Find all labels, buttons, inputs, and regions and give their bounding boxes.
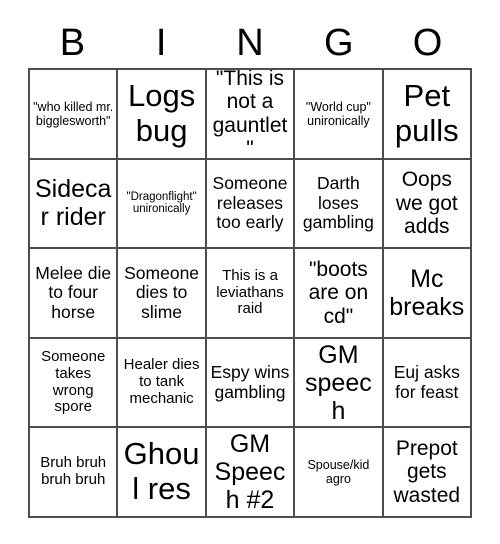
bingo-cell-label: Someone takes wrong spore	[41, 348, 106, 416]
bingo-header-letter-b: B	[59, 22, 86, 64]
bingo-cell-label: Someone dies to slime	[124, 262, 200, 322]
bingo-cell-label: Healer dies to tank mechanic	[123, 356, 200, 407]
bingo-card: B I N G O "who killed mr. bigglesworth" L…	[0, 0, 500, 544]
bingo-cell[interactable]: Prepot gets wasted	[383, 428, 472, 518]
bingo-cell-label: "who killed mr. bigglesworth"	[33, 99, 114, 128]
bingo-header-letter-i: I	[155, 22, 167, 64]
bingo-cell[interactable]: Euj asks for feast	[383, 338, 472, 429]
bingo-cell-label: Spouse/kid agro	[307, 458, 370, 487]
bingo-cell[interactable]: Darth loses gambling	[295, 159, 384, 250]
bingo-cell[interactable]: Mc breaks	[383, 249, 472, 339]
bingo-cell-label: Mc breaks	[389, 264, 465, 321]
bingo-cell-label: Bruh bruh bruh bruh	[40, 454, 107, 489]
bingo-cell[interactable]: This is a leviathans raid	[206, 249, 296, 339]
bingo-cell-label: Darth loses gambling	[302, 173, 374, 233]
bingo-cell[interactable]: Healer dies to tank mechanic	[118, 338, 207, 429]
bingo-cell-label: Logs bug	[127, 78, 196, 148]
bingo-cell[interactable]: GM Speech #2	[206, 428, 296, 518]
bingo-cell-label: Ghoul res	[123, 436, 200, 507]
bingo-cell[interactable]: Melee die to four horse	[30, 249, 119, 339]
bingo-cell[interactable]: "This is not a gauntlet"	[206, 70, 296, 160]
bingo-cell[interactable]: Pet pulls	[383, 70, 472, 160]
bingo-header-letter-n: N	[236, 22, 264, 64]
bingo-cell-label: Someone releases too early	[212, 173, 288, 233]
bingo-cell[interactable]: Spouse/kid agro	[295, 428, 384, 518]
bingo-cell-label: Prepot gets wasted	[393, 436, 461, 507]
bingo-cell-label: Melee die to four horse	[35, 262, 112, 322]
bingo-cell[interactable]: Espy wins gambling	[206, 338, 296, 429]
bingo-cell[interactable]: Someone releases too early	[206, 159, 296, 250]
bingo-cell-label: This is a leviathans raid	[216, 266, 284, 318]
bingo-cell[interactable]: Ghoul res	[118, 428, 207, 518]
bingo-cell[interactable]: Someone dies to slime	[118, 249, 207, 339]
bingo-cell-label: Sidecar rider	[34, 175, 112, 232]
bingo-cell[interactable]: "Dragonflight" unironically	[118, 159, 207, 250]
bingo-header-letter-o: O	[412, 22, 443, 64]
bingo-cell-label: "World cup" unironically	[305, 99, 371, 128]
bingo-cell-label: Pet pulls	[394, 78, 459, 148]
bingo-cell[interactable]: GM speech	[295, 338, 384, 429]
bingo-cell-label: Euj asks for feast	[393, 362, 460, 402]
bingo-cell-label: Espy wins gambling	[210, 362, 290, 402]
bingo-cell[interactable]: Sidecar rider	[30, 159, 119, 250]
bingo-cell-label: "boots are on cd"	[308, 257, 369, 328]
bingo-cell[interactable]: Oops we got adds	[383, 159, 472, 250]
bingo-cell[interactable]: "World cup" unironically	[295, 70, 384, 160]
bingo-cell[interactable]: "who killed mr. bigglesworth"	[30, 70, 119, 160]
bingo-cell-label: "Dragonflight" unironically	[126, 190, 197, 216]
bingo-cell[interactable]: Logs bug	[118, 70, 207, 160]
bingo-cell-label: GM speech	[305, 340, 372, 425]
bingo-grid: "who killed mr. bigglesworth" Logs bug "Th…	[28, 68, 472, 518]
bingo-cell[interactable]: "boots are on cd"	[295, 249, 384, 339]
bingo-header-letter-g: G	[324, 22, 354, 64]
bingo-header-row: B I N G O	[28, 18, 472, 68]
bingo-cell[interactable]: Bruh bruh bruh bruh	[30, 428, 119, 518]
bingo-cell-label: "This is not a gauntlet"	[212, 70, 288, 160]
bingo-cell-label: Oops we got adds	[395, 168, 458, 239]
bingo-cell-label: GM Speech #2	[214, 430, 286, 515]
bingo-cell[interactable]: Someone takes wrong spore	[30, 338, 119, 429]
